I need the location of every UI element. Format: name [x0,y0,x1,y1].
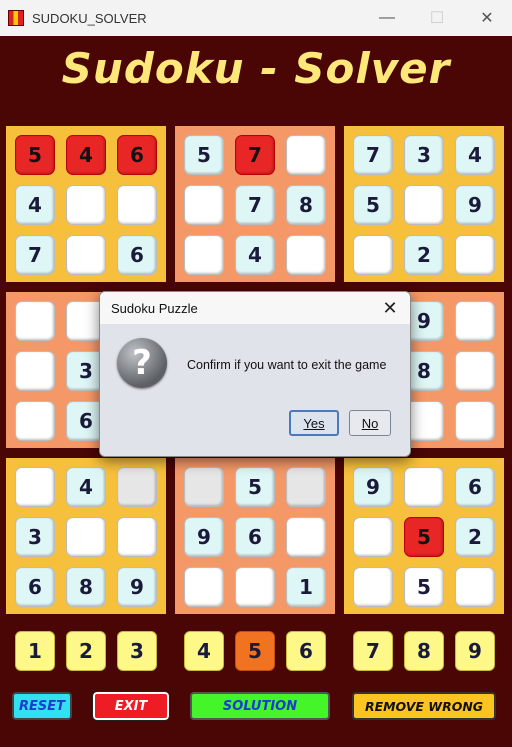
number-button-7[interactable]: 7 [353,631,393,671]
sudoku-cell[interactable] [286,467,326,507]
reset-button[interactable]: RESET [12,692,72,720]
sudoku-cell[interactable]: 1 [286,567,326,607]
sudoku-cell[interactable]: 2 [455,517,495,557]
sudoku-cell[interactable]: 6 [15,567,55,607]
dialog-title-bar: Sudoku Puzzle ✕ [100,292,410,324]
sudoku-cell[interactable] [286,517,326,557]
sudoku-cell[interactable]: 5 [184,135,224,175]
dialog-close-icon[interactable]: ✕ [378,296,402,320]
sudoku-cell[interactable]: 6 [117,135,157,175]
no-button[interactable]: No [349,410,391,436]
sudoku-cell[interactable]: 7 [235,135,275,175]
sudoku-cell[interactable]: 4 [235,235,275,275]
sudoku-cell[interactable] [286,235,326,275]
sudoku-cell[interactable]: 7 [235,185,275,225]
sudoku-cell[interactable] [15,401,55,441]
confirm-dialog: Sudoku Puzzle ✕ ? Confirm if you want to… [99,291,411,457]
number-button-5[interactable]: 5 [235,631,275,671]
sudoku-cell[interactable]: 4 [455,135,495,175]
sudoku-cell[interactable]: 4 [15,185,55,225]
box-bottom-right: 96525 [344,458,504,614]
box-bottom-middle: 5961 [175,458,335,614]
sudoku-cell[interactable] [117,467,157,507]
app-icon [8,10,24,26]
sudoku-cell[interactable] [117,517,157,557]
sudoku-cell[interactable]: 5 [404,517,444,557]
title-bar: SUDOKU_SOLVER — ☐ ✕ [0,0,512,36]
sudoku-cell[interactable] [117,185,157,225]
sudoku-cell[interactable] [286,135,326,175]
number-button-8[interactable]: 8 [404,631,444,671]
question-icon: ? [117,338,167,388]
dialog-message: Confirm if you want to exit the game [187,358,387,372]
sudoku-cell[interactable] [184,467,224,507]
sudoku-cell[interactable]: 5 [404,567,444,607]
window-controls: — ☐ ✕ [362,0,512,36]
window-title: SUDOKU_SOLVER [32,10,147,26]
app-heading: Sudoku - Solver [61,44,451,93]
sudoku-cell[interactable] [455,567,495,607]
sudoku-cell[interactable] [455,235,495,275]
yes-button[interactable]: Yes [289,410,339,436]
sudoku-cell[interactable] [15,467,55,507]
number-button-6[interactable]: 6 [286,631,326,671]
sudoku-cell[interactable] [455,301,495,341]
box-top-middle: 57 784 [175,126,335,282]
sudoku-cell[interactable]: 3 [15,517,55,557]
sudoku-cell[interactable]: 6 [455,467,495,507]
sudoku-cell[interactable] [404,467,444,507]
box-top-right: 734 5 92 [344,126,504,282]
solution-button[interactable]: SOLUTION [190,692,330,720]
minimize-button[interactable]: — [362,0,412,36]
dialog-title: Sudoku Puzzle [111,300,198,316]
close-button[interactable]: ✕ [462,0,512,36]
sudoku-cell[interactable] [66,235,106,275]
box-bottom-left: 43 689 [6,458,166,614]
sudoku-cell[interactable] [353,567,393,607]
exit-button[interactable]: EXIT [92,691,170,721]
sudoku-cell[interactable] [184,185,224,225]
sudoku-cell[interactable]: 4 [66,135,106,175]
no-label: No [361,415,379,431]
sudoku-cell[interactable] [455,351,495,391]
number-button-1[interactable]: 1 [15,631,55,671]
sudoku-cell[interactable] [66,185,106,225]
sudoku-cell[interactable]: 9 [117,567,157,607]
number-button-9[interactable]: 9 [455,631,495,671]
sudoku-cell[interactable] [235,567,275,607]
remove-wrong-button[interactable]: REMOVE WRONG [352,692,496,720]
sudoku-cell[interactable]: 3 [404,135,444,175]
sudoku-cell[interactable]: 6 [235,517,275,557]
box-top-left: 546476 [6,126,166,282]
yes-label: Yes [303,415,325,431]
sudoku-cell[interactable] [184,235,224,275]
sudoku-cell[interactable]: 6 [117,235,157,275]
number-button-4[interactable]: 4 [184,631,224,671]
sudoku-cell[interactable]: 5 [235,467,275,507]
app-window: SUDOKU_SOLVER — ☐ ✕ Sudoku - Solver 5464… [0,0,512,747]
sudoku-cell[interactable]: 7 [353,135,393,175]
sudoku-cell[interactable] [15,301,55,341]
sudoku-cell[interactable]: 8 [66,567,106,607]
sudoku-cell[interactable] [66,517,106,557]
sudoku-cell[interactable]: 7 [15,235,55,275]
sudoku-cell[interactable] [353,235,393,275]
sudoku-cell[interactable]: 9 [455,185,495,225]
number-button-2[interactable]: 2 [66,631,106,671]
sudoku-cell[interactable]: 8 [286,185,326,225]
sudoku-cell[interactable] [353,517,393,557]
sudoku-cell[interactable] [184,567,224,607]
sudoku-cell[interactable] [404,185,444,225]
sudoku-cell[interactable]: 9 [353,467,393,507]
maximize-button[interactable]: ☐ [412,0,462,36]
number-button-3[interactable]: 3 [117,631,157,671]
sudoku-cell[interactable]: 4 [66,467,106,507]
sudoku-cell[interactable]: 5 [353,185,393,225]
sudoku-cell[interactable] [455,401,495,441]
sudoku-cell[interactable] [15,351,55,391]
sudoku-cell[interactable]: 5 [15,135,55,175]
dialog-body: ? Confirm if you want to exit the game Y… [100,324,410,456]
sudoku-cell[interactable]: 2 [404,235,444,275]
sudoku-cell[interactable]: 9 [184,517,224,557]
